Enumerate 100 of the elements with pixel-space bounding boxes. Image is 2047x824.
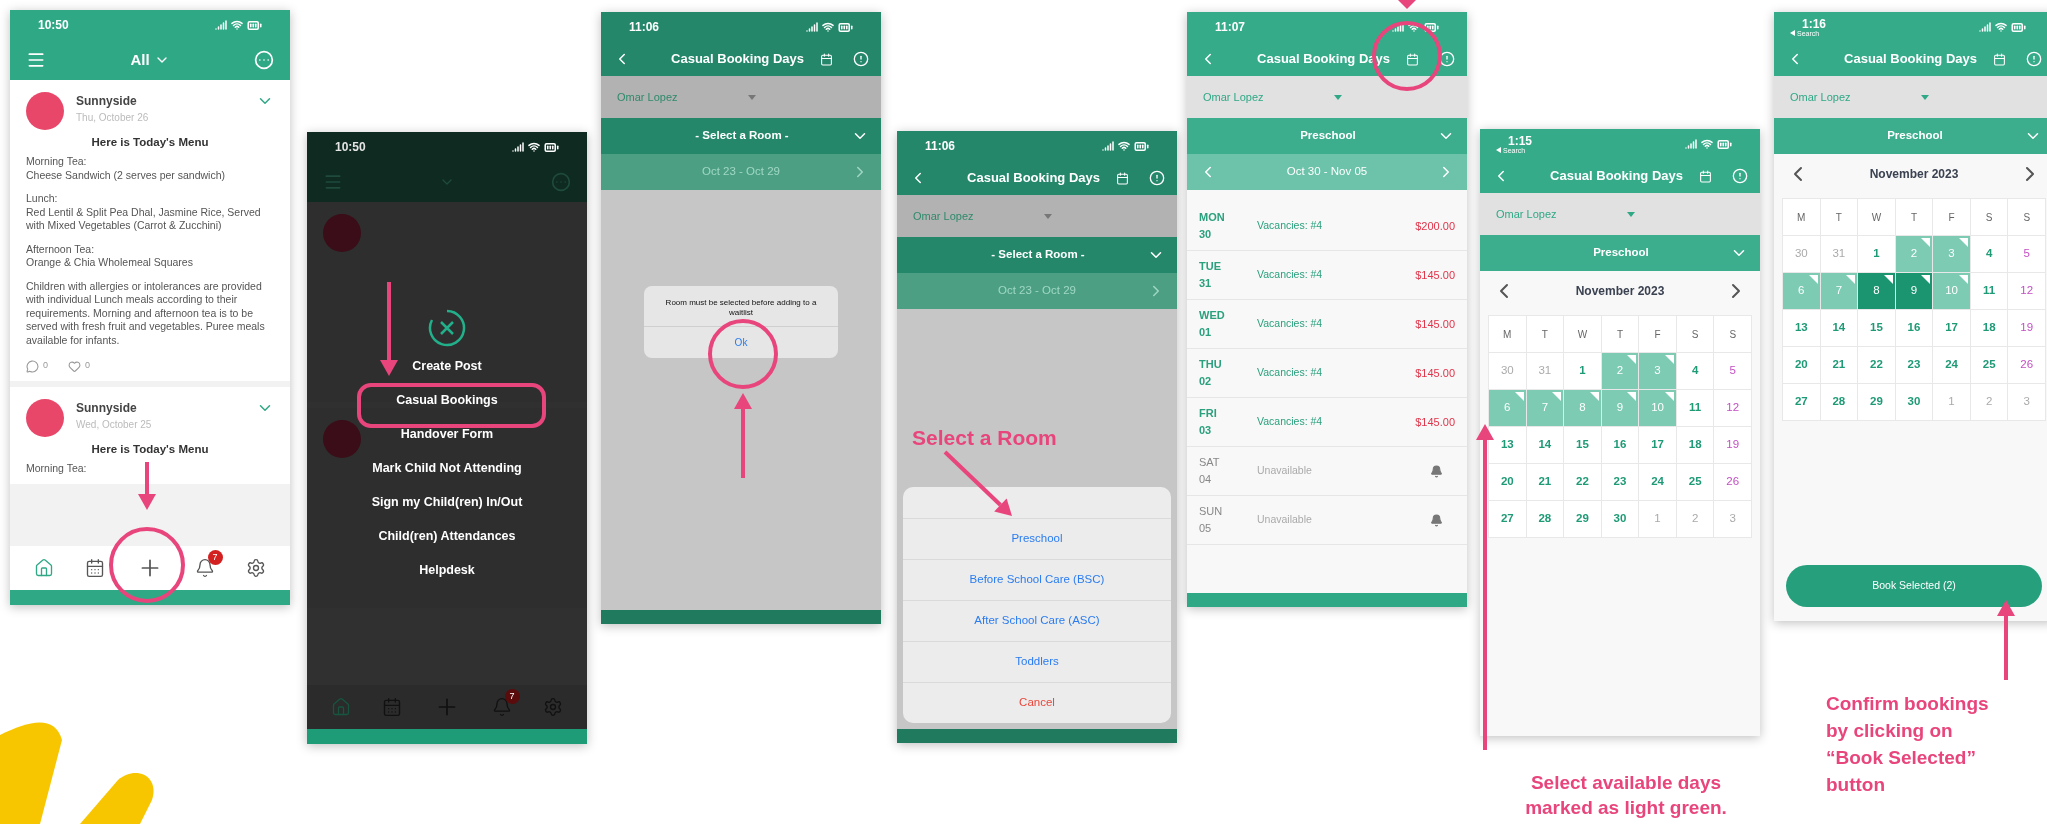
info-icon[interactable] xyxy=(1149,170,1165,186)
calendar-day[interactable]: 20 xyxy=(1783,347,1821,384)
calendar-icon[interactable] xyxy=(1116,171,1129,185)
calendar-day[interactable]: 5 xyxy=(1714,353,1752,390)
comment-icon[interactable] xyxy=(26,359,39,373)
calendar-day[interactable]: 27 xyxy=(1489,501,1527,538)
calendar-day[interactable]: 4 xyxy=(1970,236,2009,273)
calendar-icon[interactable] xyxy=(820,52,833,66)
calendar-day[interactable]: 5 xyxy=(2008,236,2046,273)
book-selected-button[interactable]: Book Selected (2) xyxy=(1786,565,2042,607)
room-dropdown[interactable]: - Select a Room - xyxy=(601,118,881,154)
calendar-day[interactable]: 2 xyxy=(1676,501,1715,538)
calendar-day[interactable]: 2 xyxy=(1601,353,1640,390)
calendar-day[interactable]: 3 xyxy=(1714,501,1752,538)
calendar-day[interactable]: 22 xyxy=(1564,464,1602,501)
calendar-day[interactable]: 24 xyxy=(1933,347,1971,384)
calendar-day[interactable]: 6 xyxy=(1783,273,1821,310)
calendar-day[interactable]: 8 xyxy=(1858,273,1896,310)
calendar-day[interactable]: 31 xyxy=(1526,353,1565,390)
calendar-day[interactable]: 13 xyxy=(1783,310,1821,347)
calendar-day[interactable]: 19 xyxy=(2008,310,2046,347)
calendar-day[interactable]: 1 xyxy=(1639,501,1677,538)
calendar-day[interactable]: 1 xyxy=(1933,384,1971,421)
room-dropdown[interactable]: Preschool xyxy=(1774,118,2047,154)
calendar-day[interactable]: 23 xyxy=(1895,347,1934,384)
calendar-day[interactable]: 9 xyxy=(1601,390,1640,427)
calendar-day[interactable]: 4 xyxy=(1676,353,1715,390)
menu-item[interactable]: Create Post xyxy=(408,356,486,376)
home-icon[interactable] xyxy=(33,558,54,578)
menu-item[interactable]: Child(ren) Attendances xyxy=(374,526,520,546)
room-dropdown[interactable]: - Select a Room - xyxy=(897,237,1177,273)
calendar-day[interactable]: 10 xyxy=(1639,390,1677,427)
calendar-day[interactable]: 29 xyxy=(1564,501,1602,538)
more-icon[interactable] xyxy=(551,172,571,192)
ok-button[interactable]: Ok xyxy=(644,326,838,358)
calendar-day[interactable]: 17 xyxy=(1639,427,1677,464)
calendar-day[interactable]: 1 xyxy=(1564,353,1602,390)
calendar-icon[interactable] xyxy=(85,558,106,578)
room-dropdown[interactable]: Preschool xyxy=(1480,235,1760,271)
calendar-day[interactable]: 25 xyxy=(1676,464,1715,501)
bell-icon[interactable] xyxy=(194,558,215,578)
calendar-day[interactable]: 1 xyxy=(1858,236,1896,273)
calendar-day[interactable]: 6 xyxy=(1489,390,1527,427)
calendar-day[interactable]: 27 xyxy=(1783,384,1821,421)
calendar-day[interactable]: 28 xyxy=(1526,501,1565,538)
calendar-day[interactable]: 23 xyxy=(1601,464,1640,501)
calendar-day[interactable]: 12 xyxy=(1714,390,1752,427)
calendar-day[interactable]: 26 xyxy=(2008,347,2046,384)
menu-item[interactable]: Casual Bookings xyxy=(392,390,502,410)
child-dropdown[interactable]: Omar Lopez xyxy=(1480,193,1760,235)
settings-icon[interactable] xyxy=(246,558,267,578)
calendar-day[interactable]: 7 xyxy=(1820,273,1859,310)
menu-icon[interactable] xyxy=(26,50,46,70)
filter-dropdown[interactable]: All xyxy=(130,48,170,72)
calendar-day[interactable]: 18 xyxy=(1676,427,1715,464)
calendar-day[interactable]: 30 xyxy=(1601,501,1640,538)
calendar-day[interactable]: 3 xyxy=(2008,384,2046,421)
calendar-day[interactable]: 21 xyxy=(1526,464,1565,501)
child-dropdown[interactable]: Omar Lopez xyxy=(897,195,1177,237)
room-option[interactable]: Before School Care (BSC) xyxy=(903,560,1171,601)
calendar-day[interactable]: 16 xyxy=(1601,427,1640,464)
calendar-day[interactable]: 12 xyxy=(2008,273,2046,310)
home-icon[interactable] xyxy=(330,697,351,717)
calendar-day[interactable]: 15 xyxy=(1564,427,1602,464)
menu-item[interactable]: Helpdesk xyxy=(415,560,479,580)
bell-icon[interactable] xyxy=(1430,513,1443,527)
calendar-day[interactable]: 28 xyxy=(1820,384,1859,421)
calendar-day[interactable]: 7 xyxy=(1526,390,1565,427)
child-dropdown[interactable]: Omar Lopez xyxy=(601,76,881,118)
close-circle-icon[interactable] xyxy=(427,308,467,348)
calendar-day[interactable]: 24 xyxy=(1639,464,1677,501)
menu-item[interactable]: Handover Form xyxy=(396,424,498,444)
calendar-day[interactable]: 19 xyxy=(1714,427,1752,464)
calendar-day[interactable]: 9 xyxy=(1895,273,1934,310)
calendar-day[interactable]: 31 xyxy=(1820,236,1859,273)
calendar-day[interactable]: 22 xyxy=(1858,347,1896,384)
calendar-day[interactable]: 15 xyxy=(1858,310,1896,347)
calendar-day[interactable]: 11 xyxy=(1970,273,2009,310)
child-dropdown[interactable]: Omar Lopez xyxy=(1187,76,1467,118)
menu-item[interactable]: Sign my Child(ren) In/Out xyxy=(367,492,527,512)
cancel-button[interactable]: Cancel xyxy=(903,683,1171,723)
calendar-day[interactable]: 26 xyxy=(1714,464,1752,501)
heart-icon[interactable] xyxy=(68,359,81,373)
room-option[interactable]: Preschool xyxy=(903,519,1171,560)
calendar-day[interactable]: 30 xyxy=(1783,236,1821,273)
calendar-day[interactable]: 30 xyxy=(1895,384,1934,421)
bell-icon[interactable] xyxy=(1430,464,1443,478)
calendar-day[interactable]: 2 xyxy=(1970,384,2009,421)
info-icon[interactable] xyxy=(2026,51,2042,67)
calendar-day[interactable]: 10 xyxy=(1933,273,1971,310)
calendar-day[interactable]: 25 xyxy=(1970,347,2009,384)
calendar-day[interactable]: 16 xyxy=(1895,310,1934,347)
calendar-day[interactable]: 29 xyxy=(1858,384,1896,421)
calendar-day[interactable]: 3 xyxy=(1933,236,1971,273)
calendar-day[interactable]: 3 xyxy=(1639,353,1677,390)
calendar-day[interactable]: 8 xyxy=(1564,390,1602,427)
calendar-day[interactable]: 18 xyxy=(1970,310,2009,347)
child-dropdown[interactable]: Omar Lopez xyxy=(1774,76,2047,118)
room-dropdown[interactable]: Preschool xyxy=(1187,118,1467,154)
calendar-day[interactable]: 17 xyxy=(1933,310,1971,347)
